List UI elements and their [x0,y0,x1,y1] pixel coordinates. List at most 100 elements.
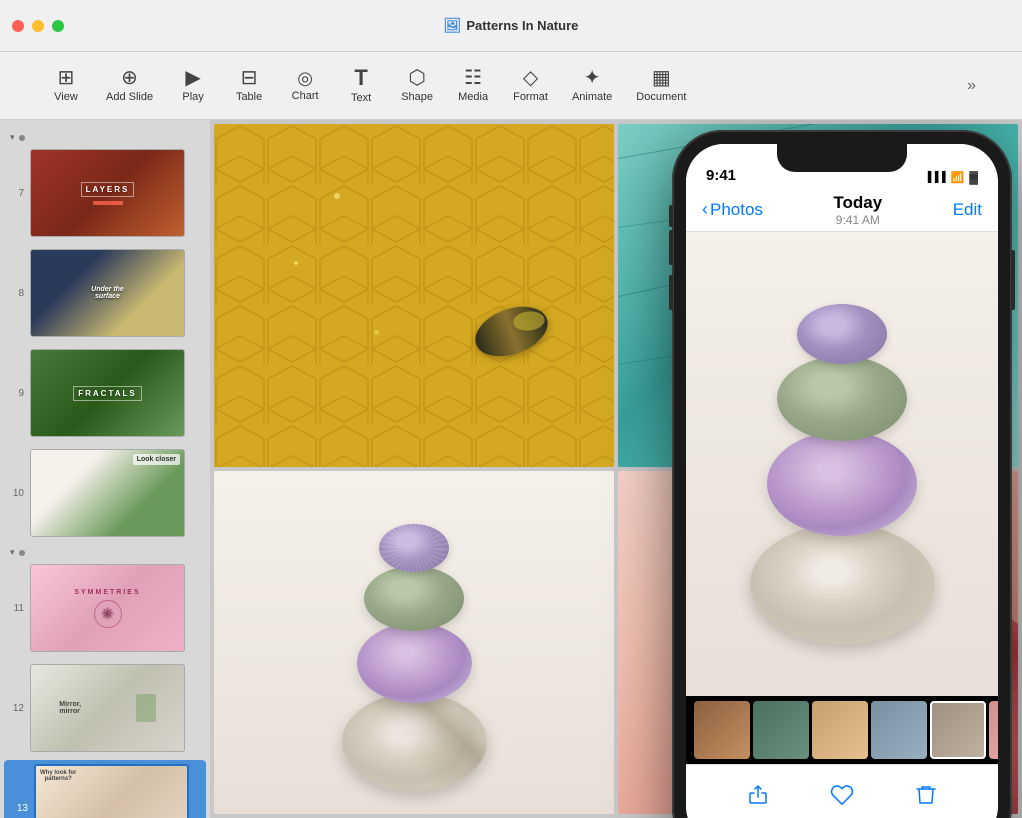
slide-thumb-12: Mirror,mirror [30,664,185,752]
minimize-button[interactable] [32,20,44,32]
traffic-lights [12,20,64,32]
text-icon: T [354,67,367,89]
toolbar-table[interactable]: ⊟ Table [223,62,275,109]
phone-urchin-display [686,232,998,696]
slide-item-7[interactable]: 7 LAYERS [0,145,210,241]
thumbnail-6[interactable] [989,701,998,759]
urchin-bottom [342,693,487,791]
iphone-share-button[interactable] [746,783,770,807]
add-slide-icon: ⊕ [121,68,138,88]
window-title: 🖼 Patterns In Nature [444,17,579,34]
slide-item-8[interactable]: 8 Under thesurface [0,245,210,341]
group-chevron-7: ▾ [10,132,15,143]
toolbar-text[interactable]: T Text [335,61,387,110]
slide-item-13[interactable]: 13 Why look forpatterns? [4,760,206,818]
toolbar-play[interactable]: ▶ Play [167,62,219,109]
media-label: Media [458,91,488,103]
canvas-area: 9:41 ▐▐▐ 📶 ▓ ‹ Photos [210,120,1022,818]
iphone-title-sub: 9:41 AM [833,213,882,227]
animate-label: Animate [572,91,612,103]
shape-icon: ⬡ [408,68,425,88]
group-dot-7 [19,135,25,141]
slide-number-10: 10 [8,488,24,499]
toolbar-more[interactable]: » [961,71,982,101]
toolbar-shape[interactable]: ⬡ Shape [391,62,443,109]
urchin-top [379,524,449,572]
chart-label: Chart [292,90,319,102]
iphone-frame: 9:41 ▐▐▐ 📶 ▓ ‹ Photos [672,130,1012,818]
power-button[interactable] [1011,250,1015,310]
iphone-heart-button[interactable] [830,783,854,807]
iphone-back-button[interactable]: ‹ Photos [702,199,763,220]
document-icon: ▦ [652,68,671,88]
slide-number-13: 13 [12,803,28,814]
play-icon: ▶ [185,68,200,88]
group-chevron-11: ▾ [10,547,15,558]
iphone-main-photo [686,232,998,696]
slide-item-9[interactable]: 9 FRACTALS [0,345,210,441]
slide-thumb-9: FRACTALS [30,349,185,437]
thumbnail-4[interactable] [871,701,927,759]
maximize-button[interactable] [52,20,64,32]
table-label: Table [236,91,262,103]
slide-number-11: 11 [8,603,24,614]
slide-item-12[interactable]: 12 Mirror,mirror [0,660,210,756]
toolbar-document[interactable]: ▦ Document [626,62,696,109]
slide-number-7: 7 [8,188,24,199]
slide-number-9: 9 [8,388,24,399]
toolbar-animate[interactable]: ✦ Animate [562,62,622,109]
chart-icon: ◎ [297,69,313,87]
media-icon: ☷ [464,68,482,88]
slide-number-12: 12 [8,703,24,714]
iphone-notch [777,144,907,172]
iphone-time: 9:41 [706,167,736,184]
slide-item-10[interactable]: 10 Look closer [0,445,210,541]
mute-button[interactable] [669,205,673,227]
toolbar-chart[interactable]: ◎ Chart [279,63,331,108]
slide-thumb-11: SYMMETRIES ✳ [30,564,185,652]
thumbnail-3[interactable] [812,701,868,759]
toolbar-format[interactable]: ◇ Format [503,62,558,109]
thumbnail-1[interactable] [694,701,750,759]
toolbar-add-slide[interactable]: ⊕ Add Slide [96,62,163,109]
view-icon: ⊞ [58,68,75,88]
slide-number-8: 8 [8,288,24,299]
format-label: Format [513,91,548,103]
urchin-third [357,623,472,703]
close-button[interactable] [12,20,24,32]
slide-thumb-13: Why look forpatterns? [34,764,189,818]
toolbar-media[interactable]: ☷ Media [447,62,499,109]
table-icon: ⊟ [241,68,258,88]
iphone-nav-bar: ‹ Photos Today 9:41 AM Edit [686,188,998,232]
battery-icon: ▓ [969,170,978,184]
animate-icon: ✦ [584,68,601,88]
thumbnail-2[interactable] [753,701,809,759]
canvas-bee-honeycomb [214,124,614,467]
volume-down-button[interactable] [669,275,673,310]
toolbar: ⊞ View ⊕ Add Slide ▶ Play ⊟ Table ◎ Char… [0,52,1022,120]
iphone-title-main: Today [833,193,882,213]
format-icon: ◇ [523,68,538,88]
iphone-edit-button[interactable]: Edit [953,200,982,220]
iphone-status-icons: ▐▐▐ 📶 ▓ [924,170,978,184]
honeycomb-pattern-svg [214,124,614,467]
urchin-stack-group [342,524,487,791]
title-bar: 🖼 Patterns In Nature [0,0,1022,52]
shape-label: Shape [401,91,433,103]
iphone-trash-button[interactable] [914,783,938,807]
volume-up-button[interactable] [669,230,673,265]
iphone-bottom-bar [686,764,998,818]
slide-thumb-7: LAYERS [30,149,185,237]
toolbar-view[interactable]: ⊞ View [40,62,92,109]
add-slide-label: Add Slide [106,91,153,103]
wifi-icon: 📶 [951,171,965,184]
iphone-screen: 9:41 ▐▐▐ 📶 ▓ ‹ Photos [686,144,998,818]
text-label: Text [351,92,371,104]
slide-thumb-10: Look closer [30,449,185,537]
slide-item-11[interactable]: 11 SYMMETRIES ✳ [0,560,210,656]
back-label: Photos [710,200,763,220]
iphone-mockup: 9:41 ▐▐▐ 📶 ▓ ‹ Photos [662,120,1022,818]
thumbnail-5-selected[interactable] [930,701,986,759]
slide-panel: ▾ 7 LAYERS 8 Under thesurface [0,120,210,818]
keynote-icon: 🖼 [444,17,462,34]
